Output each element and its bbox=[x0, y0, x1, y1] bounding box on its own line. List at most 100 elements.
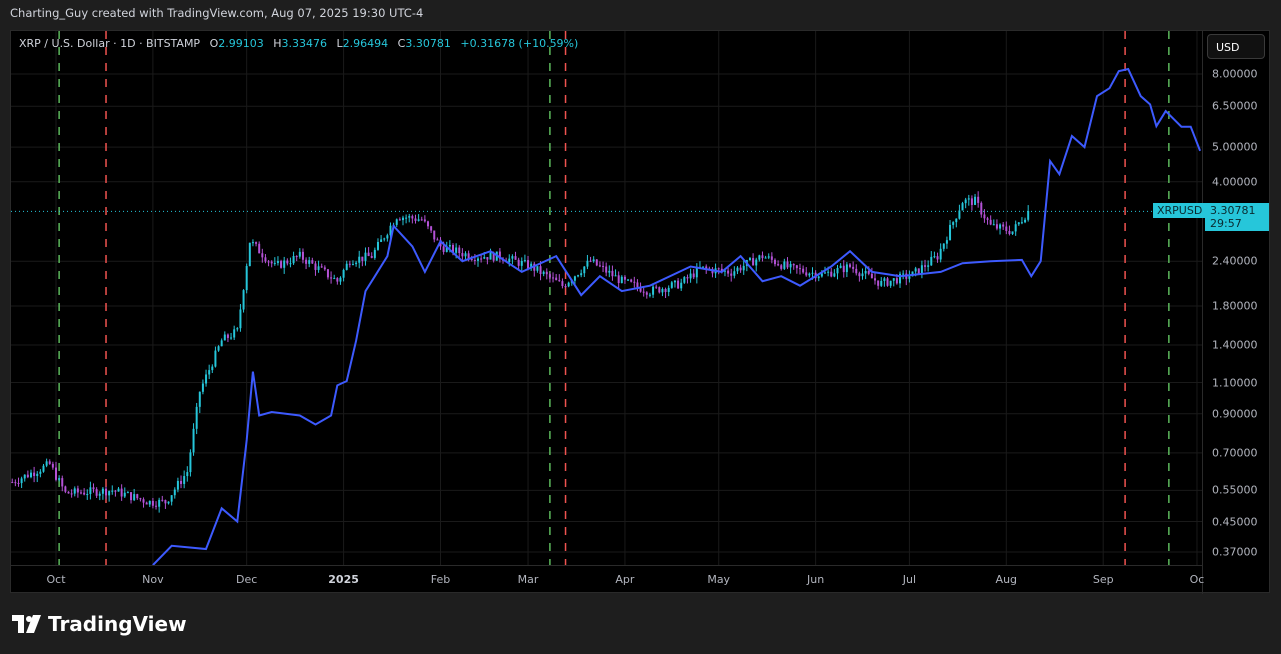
candle-body bbox=[795, 265, 798, 269]
open-label: O bbox=[209, 37, 219, 50]
candle-body bbox=[914, 268, 917, 272]
candle-body bbox=[592, 259, 595, 262]
candle-body bbox=[414, 218, 417, 221]
candle-body bbox=[508, 258, 511, 263]
candle-body bbox=[924, 265, 927, 267]
price-axis-divider bbox=[1202, 31, 1203, 594]
candle-body bbox=[45, 461, 48, 466]
candle-body bbox=[342, 269, 345, 278]
time-tick: Apr bbox=[615, 573, 635, 586]
candle-body bbox=[417, 219, 420, 221]
candle-body bbox=[617, 275, 620, 284]
candle-body bbox=[955, 218, 958, 223]
candle-body bbox=[126, 492, 129, 494]
candle-body bbox=[73, 488, 76, 494]
candle-body bbox=[614, 275, 617, 277]
candle-body bbox=[620, 276, 623, 284]
candle-body bbox=[477, 258, 480, 261]
candle-body bbox=[98, 493, 101, 496]
currency-button[interactable]: USD bbox=[1207, 34, 1265, 59]
candle-body bbox=[133, 494, 136, 501]
time-tick: Mar bbox=[517, 573, 539, 586]
candle-body bbox=[770, 256, 773, 260]
price-plot[interactable] bbox=[11, 31, 1202, 565]
candle-body bbox=[823, 272, 826, 274]
candle-body bbox=[755, 259, 758, 266]
candle-body bbox=[983, 214, 986, 219]
candle-body bbox=[245, 266, 248, 291]
candle-body bbox=[223, 334, 226, 341]
price-tick: 5.00000 bbox=[1212, 140, 1258, 154]
candle-body bbox=[758, 255, 761, 260]
candle-body bbox=[386, 235, 389, 239]
top-bar: Charting_Guy created with TradingView.co… bbox=[0, 0, 1281, 30]
candle-body bbox=[423, 219, 426, 222]
candle-body bbox=[345, 263, 348, 270]
candle-body bbox=[605, 266, 608, 273]
price-tick: 6.50000 bbox=[1212, 99, 1258, 113]
candle-body bbox=[789, 264, 792, 268]
candle-body bbox=[55, 467, 57, 480]
candle-body bbox=[173, 489, 176, 496]
chart-pane[interactable]: XRP / U.S. Dollar · 1D · BITSTAMP O2.991… bbox=[10, 30, 1270, 594]
candle-body bbox=[295, 256, 298, 258]
candle-body bbox=[670, 282, 673, 288]
candle-body bbox=[527, 260, 530, 269]
candle-body bbox=[977, 196, 980, 203]
candle-body bbox=[14, 482, 17, 484]
candle-body bbox=[48, 461, 51, 464]
candle-body bbox=[464, 253, 467, 257]
candle-body bbox=[276, 261, 279, 263]
candle-body bbox=[717, 268, 720, 270]
time-axis-divider bbox=[11, 565, 1202, 566]
candle-body bbox=[630, 279, 633, 282]
candle-body bbox=[358, 256, 361, 263]
candle-body bbox=[661, 289, 664, 293]
candle-body bbox=[292, 256, 295, 264]
candle-body bbox=[636, 282, 639, 288]
candle-body bbox=[151, 500, 154, 506]
price-tick: 0.70000 bbox=[1212, 446, 1258, 460]
change-value: +0.31678 (+10.59%) bbox=[460, 37, 579, 50]
candle-body bbox=[208, 370, 211, 375]
candle-body bbox=[545, 271, 548, 275]
candle-body bbox=[930, 256, 933, 266]
candle-body bbox=[105, 488, 108, 496]
candle-body bbox=[233, 329, 236, 338]
candle-body bbox=[583, 266, 586, 274]
candle-body bbox=[333, 278, 336, 280]
candle-body bbox=[455, 247, 458, 253]
candle-body bbox=[480, 258, 483, 260]
candle-body bbox=[264, 257, 267, 262]
candle-body bbox=[255, 242, 258, 244]
candle-body bbox=[136, 494, 139, 499]
candle-body bbox=[26, 474, 29, 478]
tradingview-logo[interactable]: TradingView bbox=[12, 612, 187, 636]
candle-body bbox=[773, 259, 776, 265]
candle-body bbox=[1005, 226, 1008, 232]
candle-body bbox=[580, 273, 583, 276]
candle-body bbox=[64, 486, 67, 492]
candle-body bbox=[67, 491, 70, 494]
candle-body bbox=[811, 272, 814, 274]
candle-body bbox=[517, 259, 520, 266]
candle-body bbox=[320, 266, 323, 268]
candle-body bbox=[542, 271, 545, 275]
candle-body bbox=[430, 226, 433, 231]
candle-body bbox=[273, 262, 276, 264]
candle-body bbox=[920, 265, 923, 274]
candle-body bbox=[426, 221, 429, 227]
candle-body bbox=[539, 266, 542, 275]
candle-body bbox=[855, 268, 858, 274]
candle-body bbox=[839, 265, 842, 268]
candle-body bbox=[1014, 224, 1017, 232]
candle-body bbox=[101, 488, 104, 494]
candle-body bbox=[130, 492, 133, 501]
candle-body bbox=[267, 261, 270, 263]
candle-body bbox=[348, 263, 351, 265]
candle-body bbox=[189, 452, 192, 473]
candle-body bbox=[858, 273, 861, 277]
candle-body bbox=[664, 289, 667, 293]
credit-text: Charting_Guy created with TradingView.co… bbox=[10, 6, 424, 20]
candle-body bbox=[211, 366, 214, 371]
